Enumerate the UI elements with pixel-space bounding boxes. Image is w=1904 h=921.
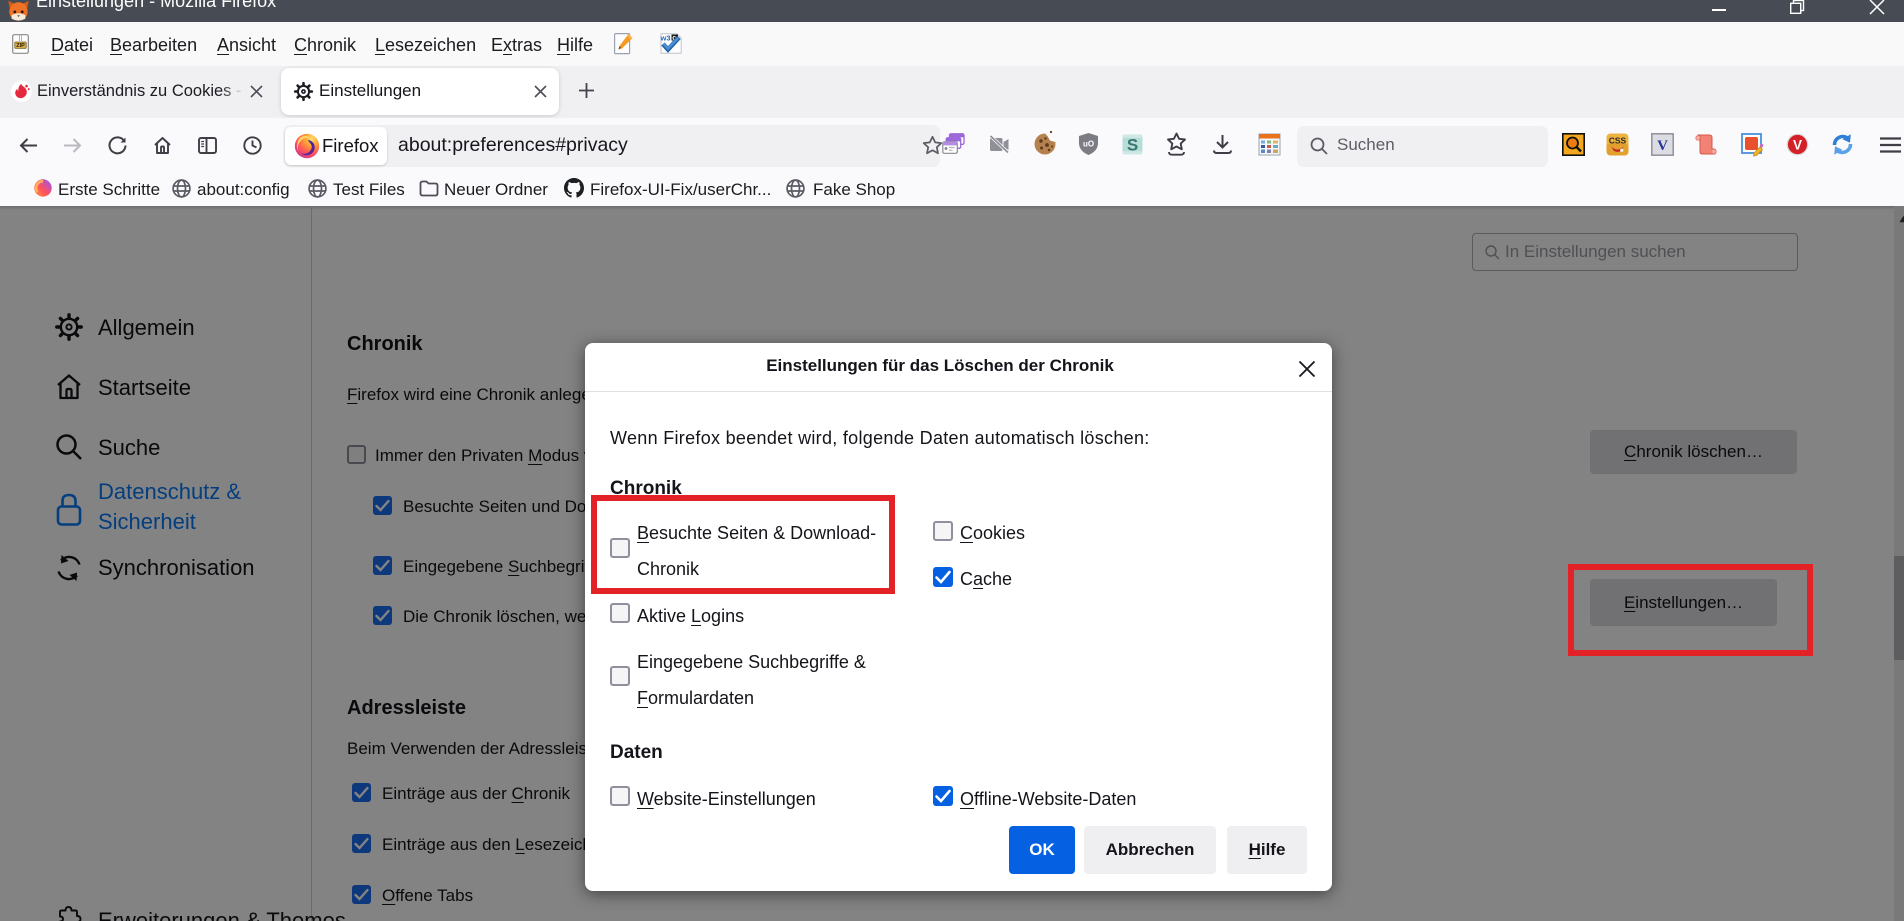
svg-text:ZIP: ZIP [16, 43, 25, 49]
svg-text:V: V [1793, 138, 1802, 153]
svg-text:w3: w3 [660, 34, 671, 43]
svg-text:S: S [1127, 136, 1138, 155]
svg-text:CSS: CSS [1609, 136, 1627, 146]
svg-text:uO: uO [1083, 140, 1094, 149]
svg-text:V: V [1657, 138, 1668, 154]
